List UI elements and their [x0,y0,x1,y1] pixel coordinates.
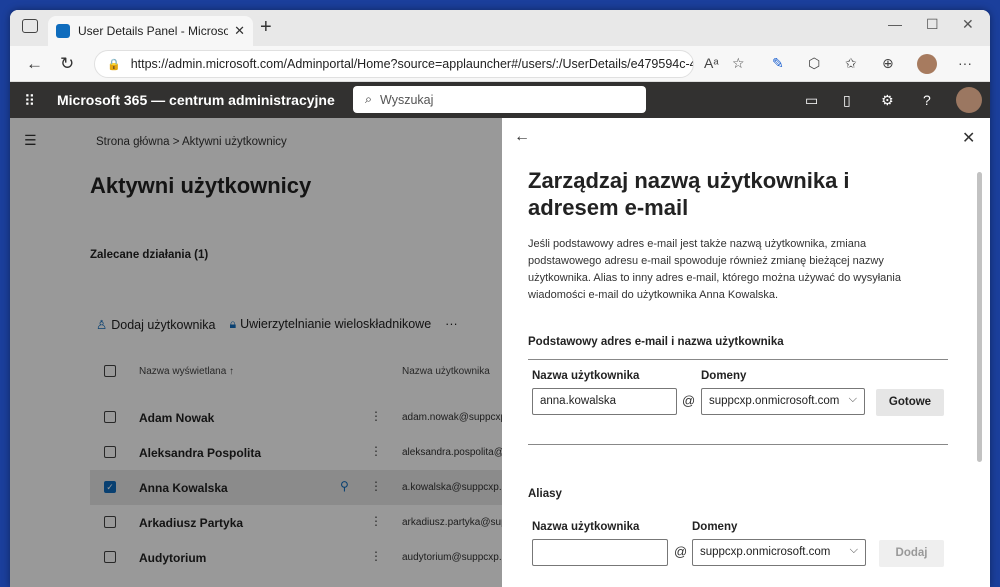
panel-scrollbar[interactable] [974,156,984,574]
tab-title: User Details Panel - Microsoft 36 [78,24,229,38]
address-bar[interactable]: 🔒 https://admin.microsoft.com/Adminporta… [94,50,694,78]
tab-bar: User Details Panel - Microsoft 36 ✕ + — … [10,10,990,46]
profile-avatar[interactable] [917,54,937,74]
done-button[interactable]: Gotowe [876,389,944,416]
settings-gear-icon[interactable]: ⚙ [881,92,894,109]
domains-label: Domeny [701,370,747,382]
alias-username-input[interactable] [532,539,668,566]
app-title[interactable]: Microsoft 365 — centrum administracyjne [57,92,335,108]
favorite-icon[interactable]: ☆ [732,55,745,72]
maximize-icon[interactable]: ☐ [926,16,939,33]
minimize-icon[interactable]: — [888,16,902,32]
domain-select-value: suppcxp.onmicrosoft.com [709,395,840,407]
read-aloud-icon[interactable]: Aᵃ [704,55,719,71]
close-icon[interactable]: ✕ [962,128,975,148]
username-label: Nazwa użytkownika [532,370,640,382]
close-window-icon[interactable]: ✕ [962,16,974,33]
chevron-down-icon: ⌵ [849,544,858,556]
outlook-favicon-icon [56,24,70,38]
lock-icon: 🔒 [107,58,121,71]
primary-section-heading: Podstawowy adres e-mail i nazwa użytkown… [528,336,784,348]
admin-page: ☰ Strona główna > Aktywni użytkownicy Ak… [10,118,990,587]
extension-icon[interactable]: ✎ [772,55,784,72]
refresh-icon[interactable]: ↻ [60,54,74,74]
chevron-down-icon: ⌵ [848,393,857,405]
new-tab-icon[interactable]: + [260,16,272,39]
favorites-bar-icon[interactable]: ✩ [845,55,857,72]
back-arrow-icon[interactable]: ← [514,128,530,146]
at-sign: @ [674,544,688,559]
divider [528,444,948,445]
document-icon[interactable]: ▯ [843,92,851,109]
m365-header: ⠿ Microsoft 365 — centrum administracyjn… [10,82,990,118]
scrollbar-thumb[interactable] [977,172,982,462]
search-box[interactable]: ⌕ Wyszukaj [353,86,646,113]
help-icon[interactable]: ? [923,92,931,108]
puzzle-icon[interactable]: ⬡ [808,55,820,72]
panel-title: Zarządzaj nazwą użytkownika i adresem e-… [528,168,850,220]
divider [528,359,948,360]
alias-domain-select[interactable]: suppcxp.onmicrosoft.com ⌵ [692,539,866,566]
alias-domains-label: Domeny [692,521,738,533]
app-launcher-icon[interactable]: ⠿ [24,92,35,110]
panel-description: Jeśli podstawowy adres e-mail jest także… [528,238,901,301]
browser-window: User Details Panel - Microsoft 36 ✕ + — … [10,10,990,587]
browser-tab[interactable]: User Details Panel - Microsoft 36 ✕ [48,16,253,46]
url-text: https://admin.microsoft.com/Adminportal/… [130,57,694,71]
close-tab-icon[interactable]: ✕ [234,23,245,39]
search-icon: ⌕ [365,92,373,106]
domain-select[interactable]: suppcxp.onmicrosoft.com ⌵ [701,388,865,415]
address-bar-row: ← ↻ 🔒 https://admin.microsoft.com/Adminp… [10,46,990,82]
alias-username-label: Nazwa użytkownika [532,521,640,533]
more-menu-icon[interactable]: ··· [958,55,972,71]
at-sign: @ [682,393,696,408]
manage-username-panel: ← ✕ Zarządzaj nazwą użytkownika i adrese… [502,118,990,587]
search-placeholder: Wyszukaj [380,92,434,107]
back-icon[interactable]: ← [26,54,43,74]
alias-domain-select-value: suppcxp.onmicrosoft.com [700,546,831,558]
username-input[interactable]: anna.kowalska [532,388,677,415]
collections-icon[interactable]: ⊕ [882,55,894,72]
aliases-section-heading: Aliasy [528,488,562,500]
tab-actions-icon[interactable] [22,19,38,33]
add-alias-button[interactable]: Dodaj [879,540,944,567]
modal-overlay[interactable] [10,118,502,587]
user-avatar[interactable] [956,87,982,113]
terminal-icon[interactable]: ▭ [805,92,818,109]
